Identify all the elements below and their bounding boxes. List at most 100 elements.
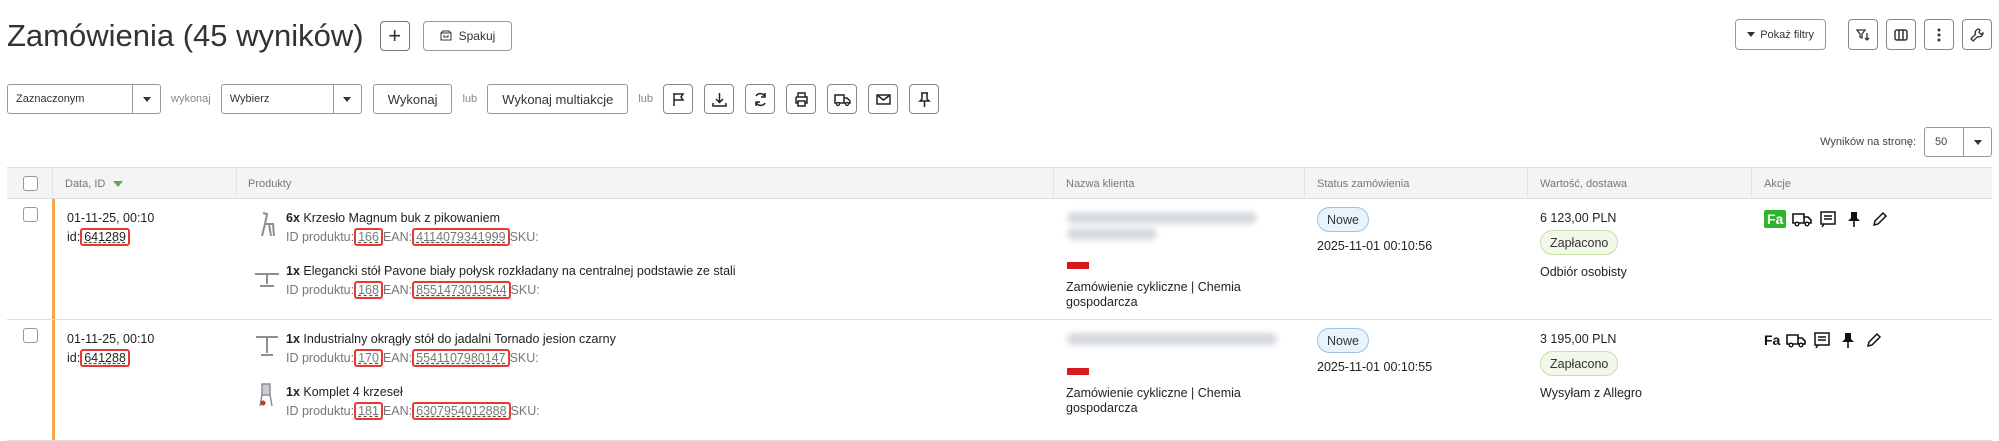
status-time: 2025-11-01 00:10:56 xyxy=(1317,239,1433,253)
caret-down-icon xyxy=(132,85,160,113)
product-ean: 4114079341999 xyxy=(412,228,510,246)
notes-icon[interactable] xyxy=(1818,209,1838,229)
sort-filter-button[interactable] xyxy=(1848,19,1878,50)
row-checkbox[interactable] xyxy=(23,328,38,343)
row-checkbox[interactable] xyxy=(23,207,38,222)
box-icon xyxy=(440,30,452,41)
refresh-icon xyxy=(754,92,766,106)
more-options-button[interactable] xyxy=(1924,19,1954,50)
do-label: wykonaj xyxy=(171,93,211,105)
scope-select-value: Zaznaczonym xyxy=(16,93,85,105)
status-badge: Nowe xyxy=(1317,207,1369,232)
columns-icon xyxy=(1894,28,1908,41)
redacted-client-name xyxy=(1067,212,1257,224)
title-row: Zamówienia (45 wyników) + Spakuj xyxy=(7,14,513,58)
download-icon xyxy=(711,92,727,107)
product-name: 1x Komplet 4 krzeseł xyxy=(286,385,403,399)
wrench-icon xyxy=(1970,27,1984,42)
table-header: Data, ID Produkty Nazwa klienta Status z… xyxy=(7,168,1992,199)
email-button[interactable] xyxy=(868,84,899,114)
product-meta: ID produktu: 170 EAN: 5541107980147 SKU: xyxy=(286,349,539,367)
column-header-date[interactable]: Data, ID xyxy=(65,168,124,199)
flag-button[interactable] xyxy=(663,84,694,114)
row-accent-bar xyxy=(52,199,55,319)
order-id[interactable]: id: 641289 xyxy=(67,228,130,246)
product-meta: ID produktu: 168 EAN: 8551473019544 SKU: xyxy=(286,281,540,299)
pin-button[interactable] xyxy=(909,84,940,114)
column-header-value: Wartość, dostawa xyxy=(1540,177,1628,190)
download-button[interactable] xyxy=(704,84,735,114)
execute-button[interactable]: Wykonaj xyxy=(372,84,453,114)
truck-icon[interactable] xyxy=(1786,330,1807,350)
order-date: 01-11-25, 00:10 xyxy=(67,332,155,346)
order-id[interactable]: id: 641288 xyxy=(67,349,130,367)
action-select[interactable]: Wybierz xyxy=(220,84,362,114)
multiaction-button[interactable]: Wykonaj multiakcje xyxy=(487,84,629,114)
round-table-thumbnail xyxy=(256,336,278,356)
filter-sort-icon xyxy=(1855,28,1870,41)
show-filters-button[interactable]: Pokaż filtry xyxy=(1735,19,1826,50)
vertical-dots-icon xyxy=(1937,28,1941,41)
shipping-button[interactable] xyxy=(827,84,858,114)
action-select-value: Wybierz xyxy=(229,93,270,105)
add-order-button[interactable]: + xyxy=(379,21,410,51)
payment-badge: Zapłacono xyxy=(1540,351,1619,376)
redacted-client-name xyxy=(1067,228,1157,240)
pack-button[interactable]: Spakuj xyxy=(422,21,513,51)
column-header-products: Produkty xyxy=(248,177,292,190)
order-date: 01-11-25, 00:10 xyxy=(67,211,155,225)
product-id: 168 xyxy=(354,281,383,299)
status-time: 2025-11-01 00:10:55 xyxy=(1317,360,1433,374)
table-row[interactable]: 01-11-25, 00:10 id: 641288 1x Industrialn… xyxy=(7,320,1992,441)
per-page-value: 50 xyxy=(1935,136,1948,148)
settings-button[interactable] xyxy=(1962,19,1992,50)
order-id-value: 641288 xyxy=(80,349,130,367)
select-all-checkbox[interactable] xyxy=(23,176,38,191)
delivery-method: Wysyłam z Allegro xyxy=(1540,386,1642,400)
status-badge: Nowe xyxy=(1317,328,1369,353)
row-actions: Fa xyxy=(1764,330,1884,350)
per-page-label: Wyników na stronę: xyxy=(1820,136,1916,148)
product-meta: ID produktu: 166 EAN: 4114079341999 SKU: xyxy=(286,228,539,246)
pin-icon[interactable] xyxy=(1844,209,1864,229)
pin-icon[interactable] xyxy=(1838,330,1858,350)
invoice-button[interactable]: Fa xyxy=(1764,210,1787,228)
edit-pencil-icon[interactable] xyxy=(1864,330,1884,350)
order-id-value: 641289 xyxy=(80,228,130,246)
chair-thumbnail xyxy=(261,212,275,237)
row-actions: Fa xyxy=(1764,209,1890,229)
pack-button-label: Spakuj xyxy=(458,29,496,43)
notes-icon[interactable] xyxy=(1812,330,1832,350)
page-title: Zamówienia (45 wyników) xyxy=(7,18,364,53)
orders-table: Data, ID Produkty Nazwa klienta Status z… xyxy=(7,167,1992,441)
invoice-button[interactable]: Fa xyxy=(1764,332,1780,348)
order-value: 3 195,00 PLN xyxy=(1540,332,1617,346)
column-header-date-label: Data, ID xyxy=(65,177,106,190)
caret-down-icon xyxy=(1963,128,1991,156)
order-id-label: id: xyxy=(67,351,81,365)
edit-pencil-icon[interactable] xyxy=(1870,209,1890,229)
column-header-actions: Akcje xyxy=(1764,177,1791,190)
truck-icon[interactable] xyxy=(1792,209,1813,229)
per-page-select[interactable]: 50 xyxy=(1924,127,1992,157)
chairs-set-thumbnail xyxy=(259,383,273,407)
per-page-control: Wyników na stronę: 50 xyxy=(1820,127,1992,157)
caret-down-icon xyxy=(332,85,361,113)
redacted-client-name xyxy=(1067,333,1277,345)
print-button[interactable] xyxy=(786,84,817,114)
columns-button[interactable] xyxy=(1886,19,1916,50)
select-all-checkbox-cell xyxy=(23,168,38,199)
envelope-icon xyxy=(875,93,891,105)
flag-icon xyxy=(672,92,684,106)
product-meta: ID produktu: 181 EAN: 6307954012888 SKU: xyxy=(286,402,540,420)
payment-badge: Zapłacono xyxy=(1540,230,1619,255)
product-ean: 8551473019544 xyxy=(412,281,511,299)
scope-select[interactable]: Zaznaczonym xyxy=(7,84,161,114)
top-right-toolbar: Pokaż filtry xyxy=(1735,19,1992,50)
column-header-client: Nazwa klienta xyxy=(1066,177,1135,190)
poland-flag-icon xyxy=(1067,262,1089,269)
table-row[interactable]: 01-11-25, 00:10 id: 641289 6x Krzesło Mag… xyxy=(7,199,1992,320)
sort-down-icon xyxy=(113,180,124,187)
refresh-button[interactable] xyxy=(745,84,776,114)
poland-flag-icon xyxy=(1067,368,1089,375)
